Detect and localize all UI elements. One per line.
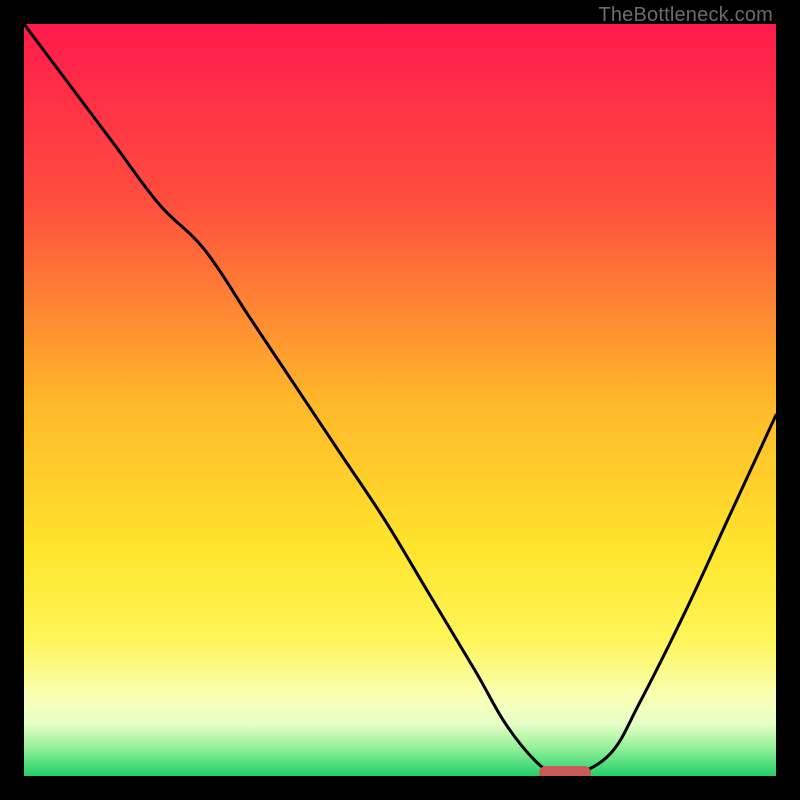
bottleneck-curve	[24, 24, 776, 776]
plot-area	[24, 24, 776, 776]
optimal-marker	[539, 766, 591, 776]
chart-frame: TheBottleneck.com	[0, 0, 800, 800]
watermark-text: TheBottleneck.com	[598, 4, 773, 27]
